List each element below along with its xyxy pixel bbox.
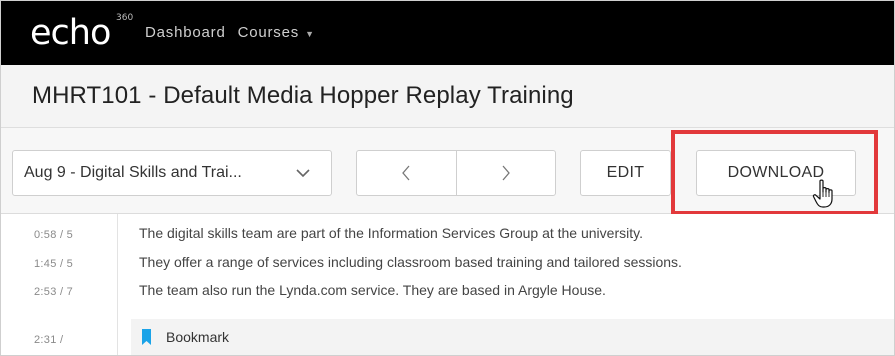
- top-nav-bar: echo 360 Dashboard Courses ▼: [0, 0, 895, 65]
- logo-text: echo: [30, 12, 111, 53]
- transcript-text: They offer a range of services including…: [139, 254, 682, 270]
- nav-dashboard[interactable]: Dashboard: [145, 24, 226, 41]
- page-title: MHRT101 - Default Media Hopper Replay Tr…: [32, 82, 574, 109]
- nav-courses-label: Courses: [237, 24, 300, 41]
- transcript-row[interactable]: 2:53 / 7 The team also run the Lynda.com…: [0, 282, 895, 302]
- bookmark-icon: [142, 329, 151, 345]
- next-session-button[interactable]: [455, 151, 556, 195]
- chevron-left-icon: [402, 165, 410, 181]
- transcript-text: The digital skills team are part of the …: [139, 225, 643, 241]
- chevron-down-icon: [296, 169, 310, 178]
- session-nav-group: [356, 150, 556, 196]
- bookmark-row[interactable]: Bookmark: [131, 319, 895, 355]
- session-select[interactable]: Aug 9 - Digital Skills and Trai...: [12, 150, 332, 196]
- bookmark-time: 2:31 /: [34, 334, 64, 346]
- transcript-time: 1:45 / 5: [34, 258, 74, 270]
- transcript-row[interactable]: 1:45 / 5 They offer a range of services …: [0, 254, 895, 274]
- echo360-logo[interactable]: echo 360: [30, 12, 133, 53]
- transcript-time: 2:53 / 7: [34, 286, 74, 298]
- course-title-band: MHRT101 - Default Media Hopper Replay Tr…: [0, 65, 895, 128]
- caret-down-icon: ▼: [305, 29, 315, 39]
- main-nav: Dashboard Courses ▼: [145, 24, 315, 41]
- bookmark-label: Bookmark: [166, 329, 230, 345]
- edit-button[interactable]: EDIT: [580, 150, 671, 196]
- hand-pointer-cursor-icon: [812, 179, 833, 208]
- nav-courses[interactable]: Courses ▼: [238, 24, 315, 41]
- logo-superscript: 360: [116, 12, 134, 23]
- transcript-text: The team also run the Lynda.com service.…: [139, 282, 606, 298]
- previous-session-button[interactable]: [357, 151, 456, 195]
- session-select-value: Aug 9 - Digital Skills and Trai...: [24, 164, 242, 181]
- chevron-right-icon: [502, 165, 510, 181]
- transcript-time: 0:58 / 5: [34, 229, 74, 241]
- media-toolbar: Aug 9 - Digital Skills and Trai... EDIT …: [0, 128, 895, 215]
- transcript-panel: 0:58 / 5 The digital skills team are par…: [0, 214, 895, 356]
- transcript-row[interactable]: 0:58 / 5 The digital skills team are par…: [0, 225, 895, 245]
